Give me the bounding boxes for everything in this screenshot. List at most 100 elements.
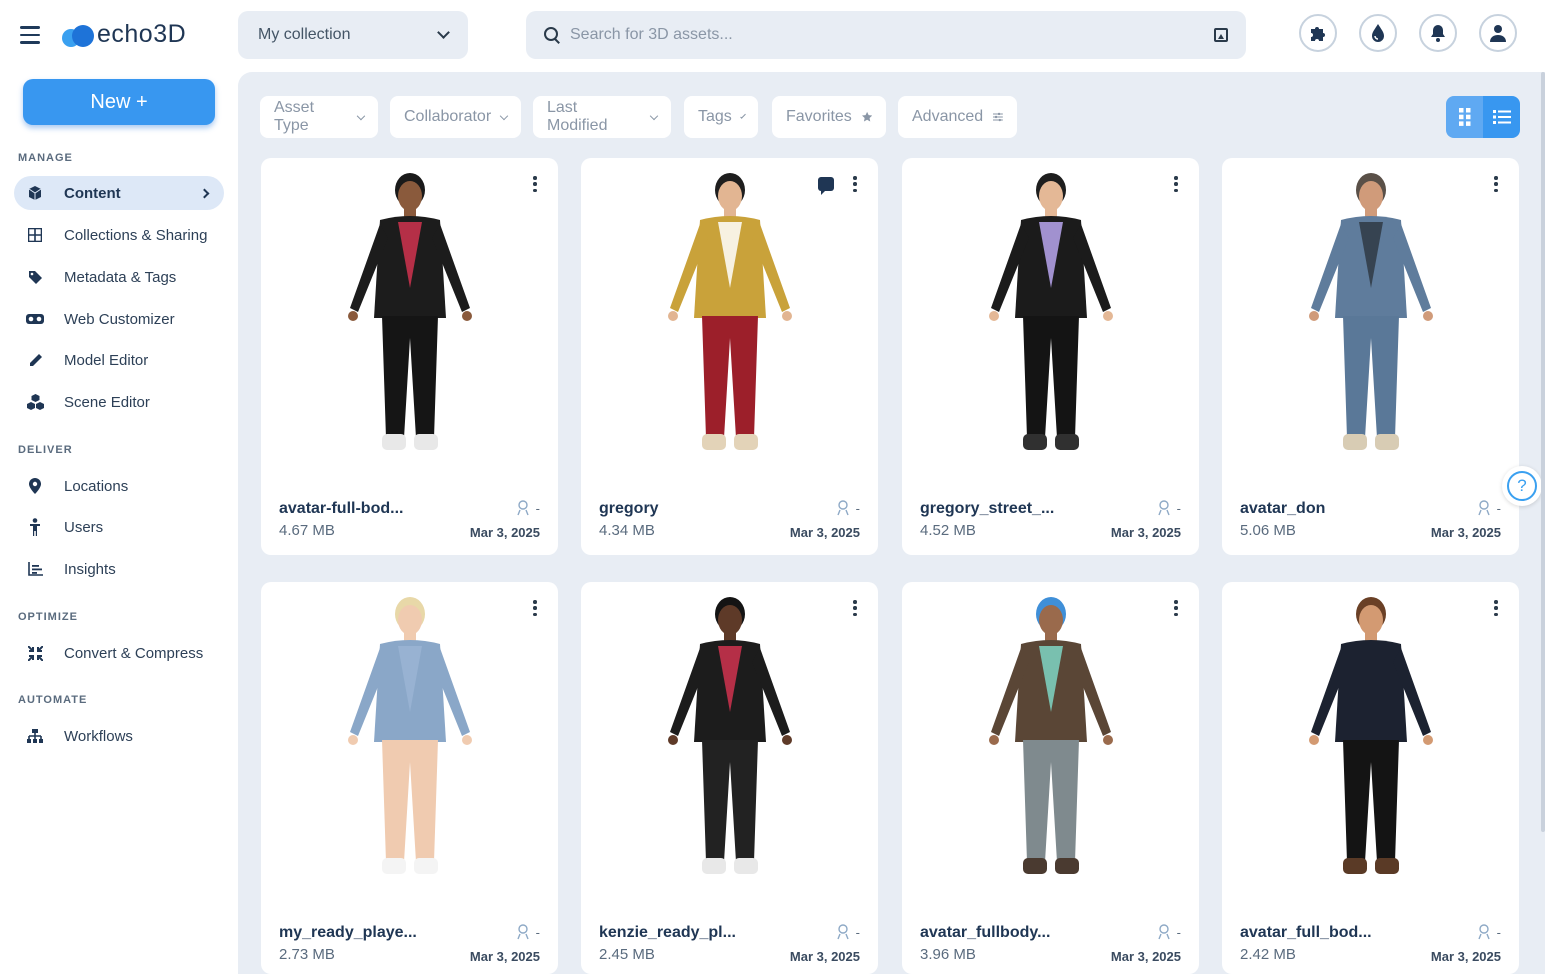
- asset-owner: -: [1477, 924, 1501, 940]
- chevron-down-icon: [357, 111, 366, 120]
- filter-advanced[interactable]: Advanced: [898, 96, 1017, 138]
- puzzle-icon: [1311, 27, 1325, 41]
- user-icon: [1490, 25, 1506, 42]
- sidebar-item-collections[interactable]: Collections & Sharing: [14, 218, 224, 252]
- section-deliver: DELIVER: [18, 444, 73, 456]
- asset-thumbnail[interactable]: [261, 158, 558, 478]
- sidebar-item-scene-editor[interactable]: Scene Editor: [14, 385, 224, 419]
- menu-icon[interactable]: [20, 26, 40, 44]
- comment-icon[interactable]: [818, 177, 834, 195]
- star-icon: [861, 111, 872, 122]
- more-options-icon[interactable]: [532, 600, 538, 616]
- owner-label: -: [535, 924, 540, 940]
- asset-name[interactable]: kenzie_ready_pl...: [599, 924, 736, 942]
- asset-name[interactable]: my_ready_playe...: [279, 924, 417, 942]
- scrollbar[interactable]: [1541, 72, 1545, 832]
- sidebar-item-users[interactable]: Users: [14, 510, 224, 544]
- list-view-button[interactable]: [1483, 96, 1520, 138]
- theme-button[interactable]: [1359, 14, 1397, 52]
- more-options-icon[interactable]: [852, 176, 858, 192]
- sidebar-item-insights[interactable]: Insights: [14, 552, 224, 586]
- asset-thumbnail[interactable]: [261, 582, 558, 902]
- more-options-icon[interactable]: [532, 176, 538, 192]
- sidebar-item-model-editor[interactable]: Model Editor: [14, 343, 224, 377]
- asset-card[interactable]: gregory_street_... 4.52 MB - Mar 3, 2025: [902, 158, 1199, 555]
- asset-size: 4.67 MB: [279, 522, 335, 539]
- asset-name[interactable]: avatar_don: [1240, 500, 1325, 518]
- cloud-logo-icon: [62, 23, 94, 47]
- logo[interactable]: echo3D: [62, 20, 186, 49]
- filter-label: Asset Type: [274, 99, 315, 134]
- more-options-icon[interactable]: [1173, 600, 1179, 616]
- more-options-icon[interactable]: [1493, 176, 1499, 192]
- more-options-icon[interactable]: [1173, 176, 1179, 192]
- asset-date: Mar 3, 2025: [789, 949, 860, 964]
- notifications-button[interactable]: [1419, 14, 1457, 52]
- drop-icon: [1372, 24, 1384, 42]
- asset-thumbnail[interactable]: [902, 582, 1199, 902]
- chevron-down-icon: [649, 111, 659, 120]
- profile-button[interactable]: [1479, 14, 1517, 52]
- asset-owner: -: [1157, 500, 1181, 516]
- sidebar-item-convert[interactable]: Convert & Compress: [14, 636, 224, 670]
- asset-date: Mar 3, 2025: [1430, 949, 1501, 964]
- asset-thumbnail[interactable]: [581, 582, 878, 902]
- sidebar-item-label: Users: [64, 518, 104, 536]
- asset-thumbnail[interactable]: [1222, 158, 1519, 478]
- new-button[interactable]: New +: [23, 79, 215, 125]
- image-search-icon[interactable]: [1214, 28, 1228, 42]
- filter-label: Last Modified: [547, 99, 608, 134]
- user-outline-icon: [837, 500, 849, 516]
- help-button[interactable]: ?: [1502, 466, 1542, 506]
- asset-thumbnail[interactable]: [1222, 582, 1519, 902]
- owner-label: -: [855, 500, 860, 516]
- asset-name[interactable]: gregory_street_...: [920, 500, 1054, 518]
- asset-thumbnail[interactable]: [581, 158, 878, 478]
- asset-date: Mar 3, 2025: [469, 525, 540, 540]
- asset-date: Mar 3, 2025: [1110, 949, 1181, 964]
- filter-asset-type[interactable]: Asset Type: [260, 96, 378, 138]
- more-options-icon[interactable]: [852, 600, 858, 616]
- owner-label: -: [535, 500, 540, 516]
- asset-name[interactable]: avatar_fullbody...: [920, 924, 1050, 942]
- filter-favorites[interactable]: Favorites: [772, 96, 886, 138]
- grid-view-button[interactable]: [1446, 96, 1483, 138]
- asset-card[interactable]: avatar_full_bod... 2.42 MB - Mar 3, 2025: [1222, 582, 1519, 974]
- asset-size: 5.06 MB: [1240, 522, 1296, 539]
- asset-card[interactable]: avatar_fullbody... 3.96 MB - Mar 3, 2025: [902, 582, 1199, 974]
- asset-card[interactable]: kenzie_ready_pl... 2.45 MB - Mar 3, 2025: [581, 582, 878, 974]
- section-manage: MANAGE: [18, 152, 73, 164]
- asset-card[interactable]: avatar-full-bod... 4.67 MB - Mar 3, 2025: [261, 158, 558, 555]
- sidebar-item-metadata[interactable]: Metadata & Tags: [14, 260, 224, 294]
- sidebar-item-web-customizer[interactable]: Web Customizer: [14, 302, 224, 336]
- search-icon: [544, 27, 560, 43]
- asset-name[interactable]: avatar_full_bod...: [1240, 924, 1372, 942]
- integrations-button[interactable]: [1299, 14, 1337, 52]
- asset-card[interactable]: my_ready_playe... 2.73 MB - Mar 3, 2025: [261, 582, 558, 974]
- asset-name[interactable]: gregory: [599, 500, 659, 518]
- more-options-icon[interactable]: [1493, 600, 1499, 616]
- asset-name[interactable]: avatar-full-bod...: [279, 500, 403, 518]
- pencil-icon: [26, 351, 44, 369]
- sidebar-item-locations[interactable]: Locations: [14, 469, 224, 503]
- user-outline-icon: [1158, 500, 1170, 516]
- sidebar-item-workflows[interactable]: Workflows: [14, 719, 224, 753]
- bell-icon: [1431, 25, 1445, 42]
- chevron-down-icon: [437, 26, 450, 39]
- collection-dropdown[interactable]: My collection: [238, 11, 468, 59]
- asset-card[interactable]: gregory 4.34 MB - Mar 3, 2025: [581, 158, 878, 555]
- filter-tags[interactable]: Tags: [684, 96, 758, 138]
- asset-thumbnail[interactable]: [902, 158, 1199, 478]
- asset-size: 4.34 MB: [599, 522, 655, 539]
- filter-collaborator[interactable]: Collaborator: [390, 96, 521, 138]
- asset-date: Mar 3, 2025: [1430, 525, 1501, 540]
- sitemap-icon: [26, 727, 44, 745]
- sidebar-item-label: Convert & Compress: [64, 644, 204, 662]
- compress-icon: [26, 644, 44, 662]
- asset-card[interactable]: avatar_don 5.06 MB - Mar 3, 2025: [1222, 158, 1519, 555]
- search-input[interactable]: [570, 26, 1214, 44]
- grid-view-icon: [1458, 108, 1470, 126]
- filter-last-modified[interactable]: Last Modified: [533, 96, 671, 138]
- sidebar-item-content[interactable]: Content: [14, 176, 224, 210]
- section-automate: AUTOMATE: [18, 694, 88, 706]
